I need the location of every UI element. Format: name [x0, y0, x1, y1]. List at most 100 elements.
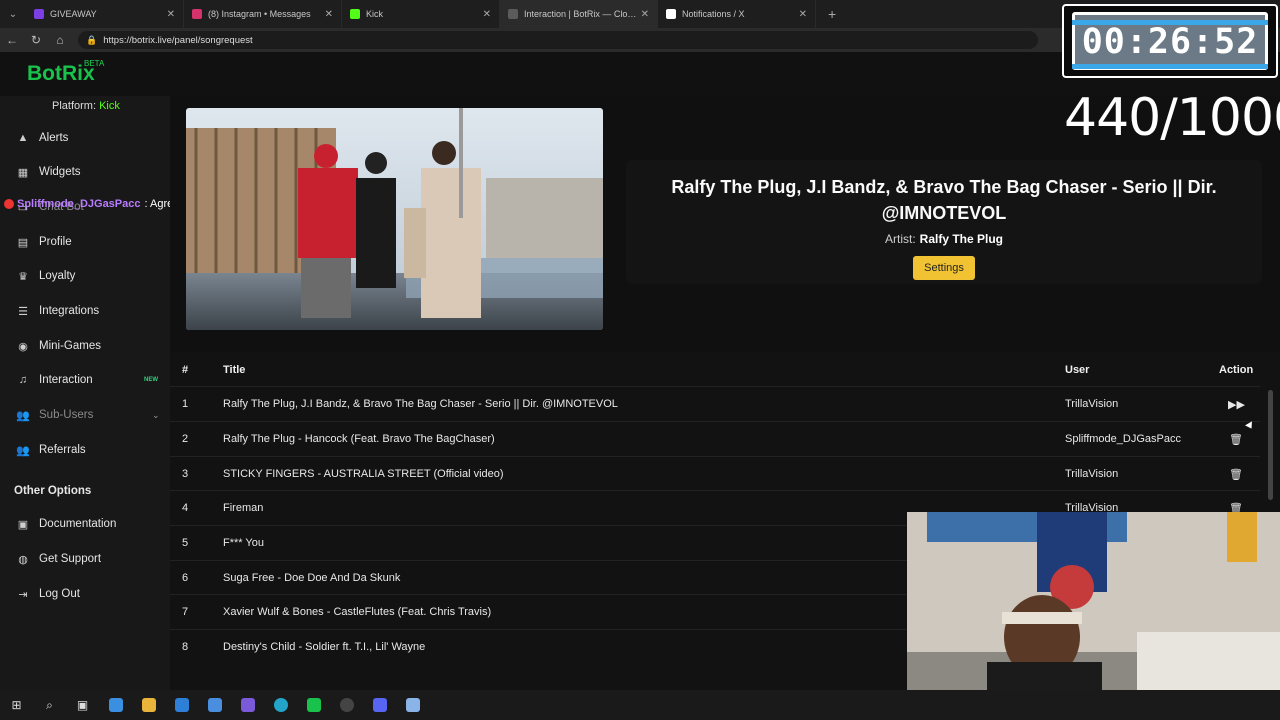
column-header-user: User: [1065, 364, 1090, 376]
sidebar-item-label: Widgets: [39, 166, 81, 178]
list-icon: ☰: [18, 305, 28, 318]
id-card-icon: ▤: [17, 236, 29, 249]
now-playing-title: Ralfy The Plug, J.I Bandz, & Bravo The B…: [671, 177, 1217, 223]
sidebar-item-label: Sub-Users: [39, 409, 94, 421]
close-tab-icon[interactable]: ✕: [799, 9, 807, 20]
column-header-number: #: [182, 364, 189, 376]
gamepad-icon: ◉: [18, 340, 28, 353]
skip-icon[interactable]: ▶▶: [1228, 398, 1245, 411]
timer-text: 00:26:52: [1081, 22, 1259, 62]
browser-tab[interactable]: (8) Instagram • Messages ✕: [184, 0, 342, 28]
home-icon[interactable]: ⌂: [48, 33, 72, 47]
sidebar-item-label: Profile: [39, 236, 72, 248]
new-tab-icon[interactable]: +: [828, 6, 836, 22]
artist-line: Artist: Ralfy The Plug: [626, 232, 1262, 246]
book-icon: ▣: [17, 518, 29, 531]
row-user: TrillaVision: [1065, 468, 1119, 480]
now-playing-panel: Ralfy The Plug, J.I Bandz, & Bravo The B…: [626, 160, 1262, 284]
sidebar-item-log-out[interactable]: ⇥ Log Out: [16, 581, 166, 607]
tab-label: (8) Instagram • Messages: [208, 9, 311, 19]
browser-tab[interactable]: Notifications / X ✕: [658, 0, 816, 28]
logout-icon: ⇥: [18, 588, 28, 601]
people-icon: 👥: [16, 444, 30, 457]
sidebar-item-integrations[interactable]: ☰ Integrations: [16, 298, 166, 324]
row-number: 6: [182, 572, 189, 584]
artist-label: Artist:: [884, 232, 916, 246]
url-field[interactable]: 🔒 https://botrix.live/panel/songrequest: [78, 31, 1038, 49]
chat-badge-icon: [4, 199, 14, 209]
row-title: Ralfy The Plug - Hancock (Feat. Bravo Th…: [223, 433, 495, 445]
chevron-down-icon: ⌄: [152, 409, 160, 420]
photos-icon[interactable]: [231, 690, 264, 720]
sidebar-item-widgets[interactable]: ▦ Widgets: [16, 159, 166, 185]
browser-tab-active[interactable]: Interaction | BotRix — Cloud ✕: [500, 0, 658, 28]
edge-icon[interactable]: [264, 690, 297, 720]
row-number: 1: [182, 398, 189, 410]
task-view-icon[interactable]: ▣: [66, 690, 99, 720]
table-scrollbar[interactable]: [1268, 390, 1273, 500]
chat-username: Spliffmode_DJGasPacc: [17, 198, 141, 210]
queue-table-header: # Title User Action: [170, 352, 1280, 386]
store-icon[interactable]: [198, 690, 231, 720]
row-title: Fireman: [223, 502, 264, 514]
sidebar-item-profile[interactable]: ▤ Profile: [16, 229, 166, 255]
windows-start-icon[interactable]: ⊞: [0, 690, 33, 720]
webcam-feed: [907, 512, 1280, 720]
timer-accent-bottom: [1072, 64, 1268, 69]
browser-tab[interactable]: Kick ✕: [342, 0, 500, 28]
platform-label: Platform:: [52, 100, 97, 112]
settings-button[interactable]: Settings: [913, 256, 975, 280]
close-tab-icon[interactable]: ✕: [483, 9, 491, 20]
row-number: 5: [182, 537, 189, 549]
tab-list-icon[interactable]: ⌄: [0, 9, 26, 20]
search-icon[interactable]: ⌕: [33, 690, 66, 720]
browser-tab[interactable]: GIVEAWAY ✕: [26, 0, 184, 28]
sidebar-item-alerts[interactable]: ▲ Alerts: [16, 125, 166, 151]
tab-label: Notifications / X: [682, 9, 745, 19]
app-logo[interactable]: BotRix BETA: [27, 59, 104, 86]
tab-favicon: [192, 9, 202, 19]
notes-icon[interactable]: [396, 690, 429, 720]
obs-icon[interactable]: [330, 690, 363, 720]
row-user: TrillaVision: [1065, 398, 1119, 410]
sidebar-item-label: Loyalty: [39, 270, 76, 282]
sidebar-item-referrals[interactable]: 👥 Referrals: [16, 437, 166, 463]
back-icon[interactable]: ←: [0, 33, 24, 47]
video-thumbnail-image: [186, 108, 603, 330]
sidebar-item-get-support[interactable]: ◍ Get Support: [16, 546, 166, 572]
row-title: Xavier Wulf & Bones - CastleFlutes (Feat…: [223, 606, 492, 618]
sidebar-item-sub-users[interactable]: 👥 Sub-Users ⌄: [16, 402, 166, 428]
sidebar-item-mini-games[interactable]: ◉ Mini-Games: [16, 333, 166, 359]
copilot-icon[interactable]: [99, 690, 132, 720]
reload-icon[interactable]: ↻: [24, 33, 48, 47]
sidebar-item-label: Interaction: [39, 374, 93, 386]
sidebar-item-loyalty[interactable]: ♛ Loyalty: [16, 263, 166, 289]
sidebar-item-interaction[interactable]: ♫ Interaction NEW: [16, 367, 166, 393]
close-tab-icon[interactable]: ✕: [167, 9, 175, 20]
sidebar-item-label: Mini-Games: [39, 340, 101, 352]
column-header-action: Action: [1219, 364, 1254, 376]
row-title: Suga Free - Doe Doe And Da Skunk: [223, 572, 401, 584]
discord-icon[interactable]: [363, 690, 396, 720]
close-tab-icon[interactable]: ✕: [325, 9, 333, 20]
platform-value: Kick: [99, 100, 120, 112]
close-tab-icon[interactable]: ✕: [641, 9, 649, 20]
artist-name: Ralfy The Plug: [919, 232, 1003, 246]
tab-label: GIVEAWAY: [50, 9, 97, 19]
file-explorer-icon[interactable]: [132, 690, 165, 720]
trash-icon[interactable]: 🗑: [1229, 468, 1243, 481]
tab-favicon: [34, 9, 44, 19]
table-row: 2 Ralfy The Plug - Hancock (Feat. Bravo …: [170, 421, 1260, 455]
tab-favicon: [508, 9, 518, 19]
video-thumbnail[interactable]: [186, 108, 603, 330]
row-number: 7: [182, 606, 189, 618]
app-icon[interactable]: [297, 690, 330, 720]
platform-indicator: Platform: Kick: [52, 100, 120, 112]
table-row: 1 Ralfy The Plug, J.I Bandz, & Bravo The…: [170, 386, 1260, 420]
url-text: https://botrix.live/panel/songrequest: [103, 34, 253, 46]
trash-icon[interactable]: 🗑: [1229, 433, 1243, 446]
sidebar-item-documentation[interactable]: ▣ Documentation: [16, 511, 166, 537]
beta-badge: BETA: [84, 59, 105, 68]
mail-icon[interactable]: [165, 690, 198, 720]
new-badge: NEW: [144, 377, 158, 383]
